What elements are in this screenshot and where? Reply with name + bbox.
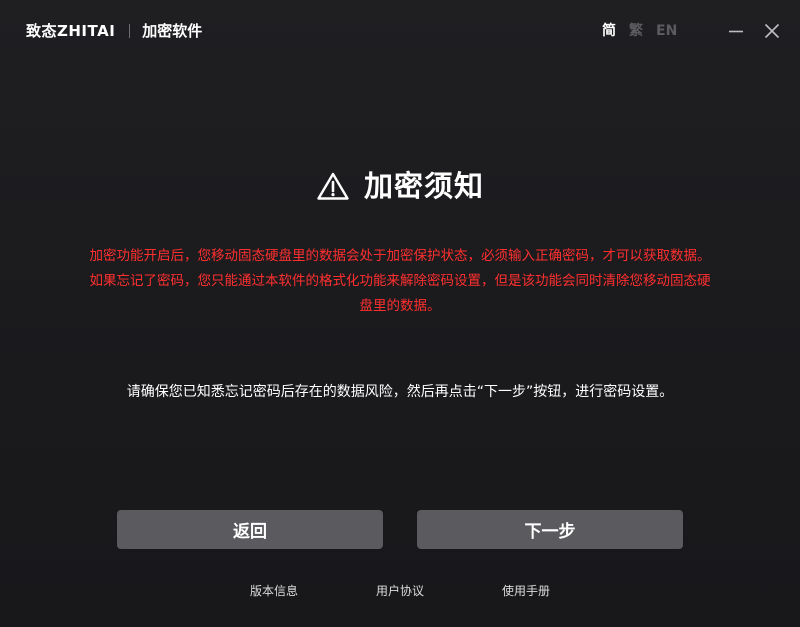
title-bar[interactable]: 致态ZHITAI 加密软件 简 繁 EN — [0, 0, 800, 62]
lang-traditional-chinese[interactable]: 繁 — [629, 20, 643, 42]
brand: 致态ZHITAI 加密软件 — [26, 20, 202, 42]
notice-heading: 加密须知 — [0, 166, 800, 206]
lang-english[interactable]: EN — [656, 20, 677, 42]
page-title: 加密须知 — [363, 169, 484, 203]
version-info-link[interactable]: 版本信息 — [250, 582, 298, 600]
warning-triangle-icon — [317, 172, 349, 200]
app-name: 加密软件 — [142, 22, 203, 40]
app-window: 致态ZHITAI 加密软件 简 繁 EN 加密须知 加密功能开启后，您移动固态硬… — [0, 0, 800, 627]
brand-logo: 致态ZHITAI — [26, 22, 116, 40]
minimize-button[interactable] — [724, 18, 748, 44]
close-button[interactable] — [760, 18, 784, 44]
close-icon — [764, 23, 780, 39]
lang-simplified-chinese[interactable]: 简 — [602, 20, 616, 42]
brand-divider — [129, 24, 131, 38]
user-agreement-link[interactable]: 用户协议 — [376, 582, 424, 600]
back-button[interactable]: 返回 — [117, 510, 383, 549]
confirm-message: 请确保您已知悉忘记密码后存在的数据风险，然后再点击“下一步”按钮，进行密码设置。 — [126, 384, 674, 400]
language-switch: 简 繁 EN — [602, 20, 677, 42]
minimize-icon — [729, 30, 743, 33]
user-manual-link[interactable]: 使用手册 — [502, 582, 550, 600]
warning-message: 加密功能开启后，您移动固态硬盘里的数据会处于加密保护状态，必须输入正确密码，才可… — [89, 248, 711, 314]
next-button[interactable]: 下一步 — [417, 510, 683, 549]
